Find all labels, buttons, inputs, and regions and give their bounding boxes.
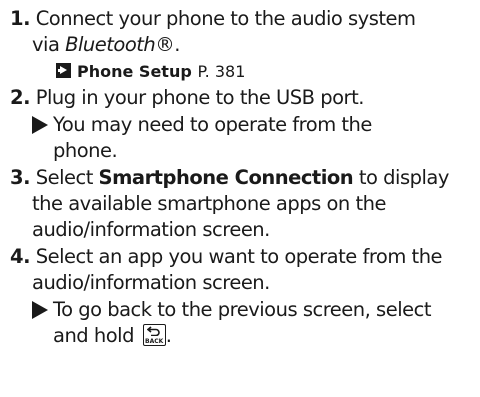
reference-arrow-icon [56,63,71,78]
step-number: 1. [10,7,30,30]
note-text: . [165,324,172,347]
u-turn-arrow-icon [146,326,160,336]
step-4-note-line-2: and hold BACK . [53,323,172,349]
step-2-note-line-2: phone. [53,138,118,164]
note-text: To go back to the previous screen, selec… [53,298,431,321]
reference-title: Phone Setup [77,62,192,81]
bluetooth-text: Bluetooth [65,33,156,56]
step-3-line-3: audio/information screen. [32,217,270,243]
step-text: Select [35,166,99,189]
smartphone-connection-label: Smartphone Connection [98,166,354,189]
triangle-bullet-icon [32,116,48,134]
step-4-line-1: 4. Select an app you want to operate fro… [10,244,443,270]
step-number: 2. [10,86,30,109]
step-text: Plug in your phone to the USB port. [35,86,365,109]
back-button-icon: BACK [142,324,166,346]
step-text: the available smartphone apps on the [32,192,386,215]
step-text: audio/information screen. [32,271,270,294]
step-4-line-2: audio/information screen. [32,270,270,296]
step-text: Select an app you want to operate from t… [35,245,443,268]
reference-page: P. 381 [197,62,246,81]
note-text: and hold [53,324,134,347]
step-2-line-1: 2. Plug in your phone to the USB port. [10,85,364,111]
step-number: 4. [10,245,30,268]
back-icon-label: BACK [145,338,164,345]
step-3-line-1: 3. Select Smartphone Connection to displ… [10,165,449,191]
step-1-line-2: via Bluetooth®. [32,32,180,58]
step-text: ®. [155,33,180,56]
note-text: You may need to operate from the [53,113,372,136]
step-number: 3. [10,166,30,189]
step-2-note-line-1: You may need to operate from the [32,112,372,138]
step-4-note-line-1: To go back to the previous screen, selec… [32,297,431,323]
step-3-line-2: the available smartphone apps on the [32,191,386,217]
cross-reference[interactable]: Phone Setup P. 381 [56,58,245,85]
step-text: Connect your phone to the audio system [35,7,416,30]
instruction-page: 1. Connect your phone to the audio syste… [0,0,480,397]
step-text: to display [353,166,450,189]
step-text: via [32,33,66,56]
step-1-line-1: 1. Connect your phone to the audio syste… [10,6,416,32]
step-text: audio/information screen. [32,218,270,241]
note-text: phone. [53,139,118,162]
triangle-bullet-icon [32,301,48,319]
